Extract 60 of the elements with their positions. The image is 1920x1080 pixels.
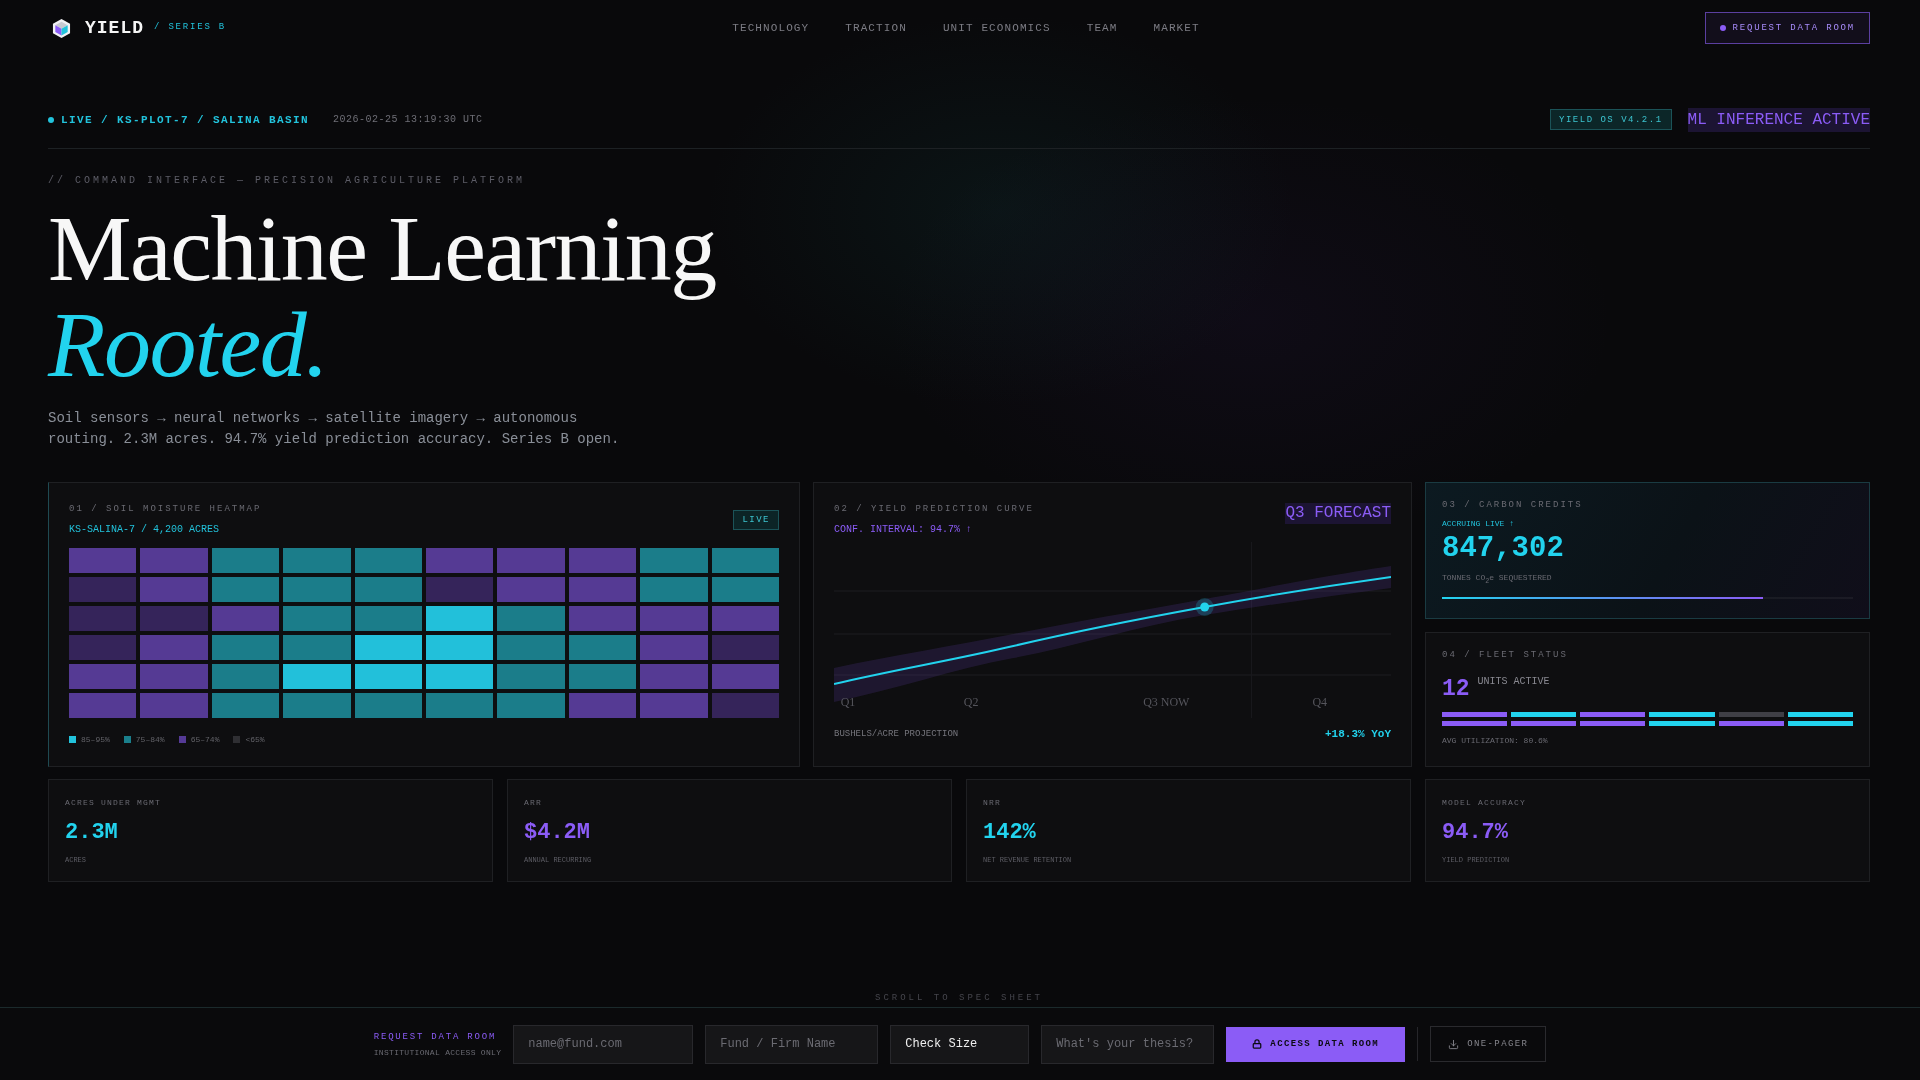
timestamp-text: 2026-02-25 13:19:30 UTC <box>333 114 483 125</box>
carbon-value: 847,302 <box>1442 532 1564 566</box>
stat-label: MODEL ACCURACY <box>1442 797 1526 808</box>
axis-label: Q2 <box>963 695 979 710</box>
nav-link[interactable]: MARKET <box>1153 22 1200 34</box>
stat-label: ARR <box>524 797 542 808</box>
live-dot-icon <box>48 116 54 123</box>
card-subtitle: KS-SALINA-7 / 4,200 ACRES <box>69 523 220 537</box>
brand-name: YIELD <box>85 18 144 38</box>
request-data-room-button[interactable]: REQUEST DATA ROOM <box>1704 12 1870 44</box>
status-dot-icon <box>1719 25 1726 31</box>
legend-label: 85–95% <box>81 735 110 744</box>
utilization-text: AVG UTILIZATION: 80.6% <box>1442 735 1548 747</box>
eyebrow-text: // COMMAND INTERFACE — PRECISION AGRICULTURE PLATFORM <box>48 174 526 188</box>
yoy-change-text: +18.3% YoY <box>1325 728 1391 740</box>
download-icon <box>1448 1038 1460 1050</box>
carbon-unit-text: TONNES CO$_{2}$e SEQUESTERED <box>1442 572 1552 587</box>
nav-link[interactable]: TECHNOLOGY <box>732 22 810 34</box>
cube-logo-icon <box>52 17 71 39</box>
card-subtitle: CONF. INTERVAL: 94.7% ↑ <box>834 523 973 537</box>
axis-label: Q1 <box>840 695 856 710</box>
legend-label: <65% <box>245 735 265 744</box>
chart-caption: BUSHELS/ACRE PROJECTION <box>834 729 959 739</box>
card-title: 04 / FLEET STATUS <box>1442 649 1568 661</box>
stat-value: 2.3M <box>65 820 118 846</box>
location-text: LIVE / KS-PLOT-7 / SALINA BASIN <box>61 113 310 126</box>
unit-count-label: UNITS ACTIVE <box>1477 676 1550 687</box>
inference-status-tag: ML INFERENCE ACTIVE <box>1687 107 1870 132</box>
card-title: 01 / SOIL MOISTURE HEATMAP <box>69 503 262 515</box>
axis-label: Q4 <box>1312 695 1328 710</box>
legend-label: 75–84% <box>135 735 165 744</box>
card-title: 02 / YIELD PREDICTION CURVE <box>834 503 1034 515</box>
text-input-field[interactable]: Fund / Firm Name <box>705 1024 879 1064</box>
stat-label: ACRES UNDER MGMT <box>65 797 161 808</box>
axis-label: Q3 NOW <box>1143 695 1190 710</box>
card-title: 03 / CARBON CREDITS <box>1442 499 1583 511</box>
hero-title-accent: Rooted. <box>48 296 328 392</box>
series-tag: / SERIES B <box>154 22 227 32</box>
legend-label: 65–74% <box>190 735 220 744</box>
nav-link[interactable]: TRACTION <box>845 22 907 34</box>
form-title: REQUEST DATA ROOM <box>373 1031 497 1042</box>
accruing-status: ACCRUING LIVE ↑ <box>1442 518 1514 529</box>
stat-value: $4.2M <box>524 820 590 846</box>
hero-description: Soil sensors → neural networks → satellite imagery → autonomous routing. 2.3M acres. 94.7% yield prediction accuracy. Series B open. <box>48 409 621 449</box>
nav-link[interactable]: UNIT ECONOMICS <box>942 22 1051 34</box>
stat-label: NRR <box>983 797 1001 808</box>
stat-value: 142% <box>983 820 1036 846</box>
live-badge: LIVE <box>733 510 779 530</box>
nav-link[interactable]: TEAM <box>1086 22 1118 34</box>
text-input-field[interactable]: What's your thesis? <box>1041 1024 1215 1064</box>
stat-value: 94.7% <box>1442 820 1508 846</box>
lock-icon <box>1252 1039 1263 1049</box>
form-note: INSTITUTIONAL ACCESS ONLY <box>373 1047 502 1057</box>
one-pager-download-button[interactable]: ONE-PAGER <box>1430 1026 1547 1062</box>
unit-count: 12 <box>1442 676 1470 703</box>
access-data-room-button[interactable]: ACCESS DATA ROOM <box>1226 1026 1406 1062</box>
forecast-tag: Q3 FORECAST <box>1285 503 1391 524</box>
text-input-field[interactable]: name@fund.com <box>513 1024 694 1064</box>
version-badge: YIELD OS V4.2.1 <box>1550 109 1672 130</box>
select-field[interactable]: Check Size <box>890 1024 1030 1064</box>
